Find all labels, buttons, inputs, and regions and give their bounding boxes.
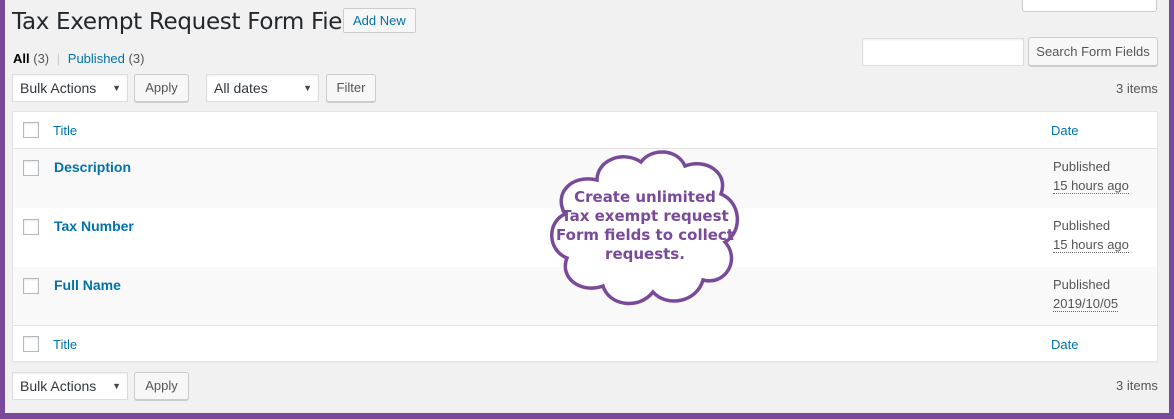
bulk-actions-selected-bottom: Bulk Actions: [20, 378, 97, 394]
column-date-footer[interactable]: Date: [1051, 337, 1078, 352]
chevron-down-icon: ▼: [112, 83, 121, 93]
row-date: 2019/10/05: [1053, 296, 1119, 312]
row-title-link[interactable]: Tax Number: [54, 218, 134, 234]
row-title-link[interactable]: Description: [54, 159, 131, 175]
bulk-actions-selected: Bulk Actions: [20, 80, 97, 96]
row-checkbox[interactable]: [23, 219, 39, 235]
filter-button[interactable]: Filter: [326, 74, 376, 102]
view-all-count: (3): [33, 51, 50, 66]
view-all-link[interactable]: All: [13, 51, 30, 66]
callout-line: requests.: [605, 245, 685, 263]
search-input[interactable]: [862, 38, 1024, 66]
column-title-header[interactable]: Title: [53, 123, 77, 138]
dates-select[interactable]: All dates ▼: [206, 74, 319, 102]
row-title-link[interactable]: Full Name: [54, 277, 121, 293]
items-count-bottom: 3 items: [1116, 378, 1158, 393]
callout-line: Create unlimited: [574, 188, 716, 206]
column-date-header[interactable]: Date: [1051, 123, 1078, 138]
status-views: All (3) | Published (3): [13, 51, 144, 66]
row-checkbox[interactable]: [23, 160, 39, 176]
table-header: Title Date: [13, 112, 1157, 149]
table-footer: Title Date: [13, 325, 1157, 362]
view-published-link[interactable]: Published: [68, 51, 125, 66]
row-date: 15 hours ago: [1053, 237, 1129, 253]
row-status: Published: [1053, 159, 1111, 174]
apply-button-top[interactable]: Apply: [134, 74, 189, 102]
apply-button-bottom[interactable]: Apply: [134, 372, 189, 400]
bulk-actions-select-bottom[interactable]: Bulk Actions ▼: [12, 372, 128, 400]
search-form-fields-button[interactable]: Search Form Fields: [1028, 37, 1158, 66]
callout-line: Tax exempt request: [561, 207, 729, 225]
dates-selected: All dates: [214, 80, 268, 96]
view-published-count: (3): [128, 51, 145, 66]
items-count-top: 3 items: [1116, 81, 1158, 96]
row-status: Published: [1053, 277, 1111, 292]
screen-options-partial[interactable]: [1022, 0, 1157, 12]
chevron-down-icon: ▼: [303, 83, 312, 93]
row-status: Published: [1053, 218, 1111, 233]
add-new-button[interactable]: Add New: [343, 8, 416, 33]
select-all-checkbox[interactable]: [23, 122, 39, 138]
select-all-checkbox-footer[interactable]: [23, 336, 39, 352]
row-checkbox[interactable]: [23, 278, 39, 294]
callout-line: Form fields to collect: [556, 226, 734, 244]
chevron-down-icon: ▼: [112, 381, 121, 391]
page-title: Tax Exempt Request Form Fields: [12, 9, 375, 35]
row-date: 15 hours ago: [1053, 178, 1129, 194]
view-separator: |: [56, 51, 61, 66]
bulk-actions-select-top[interactable]: Bulk Actions ▼: [12, 74, 128, 102]
callout-text: Create unlimited Tax exempt request Form…: [545, 188, 745, 264]
admin-screen: Tax Exempt Request Form Fields Add New A…: [5, 0, 1169, 413]
column-title-footer[interactable]: Title: [53, 337, 77, 352]
